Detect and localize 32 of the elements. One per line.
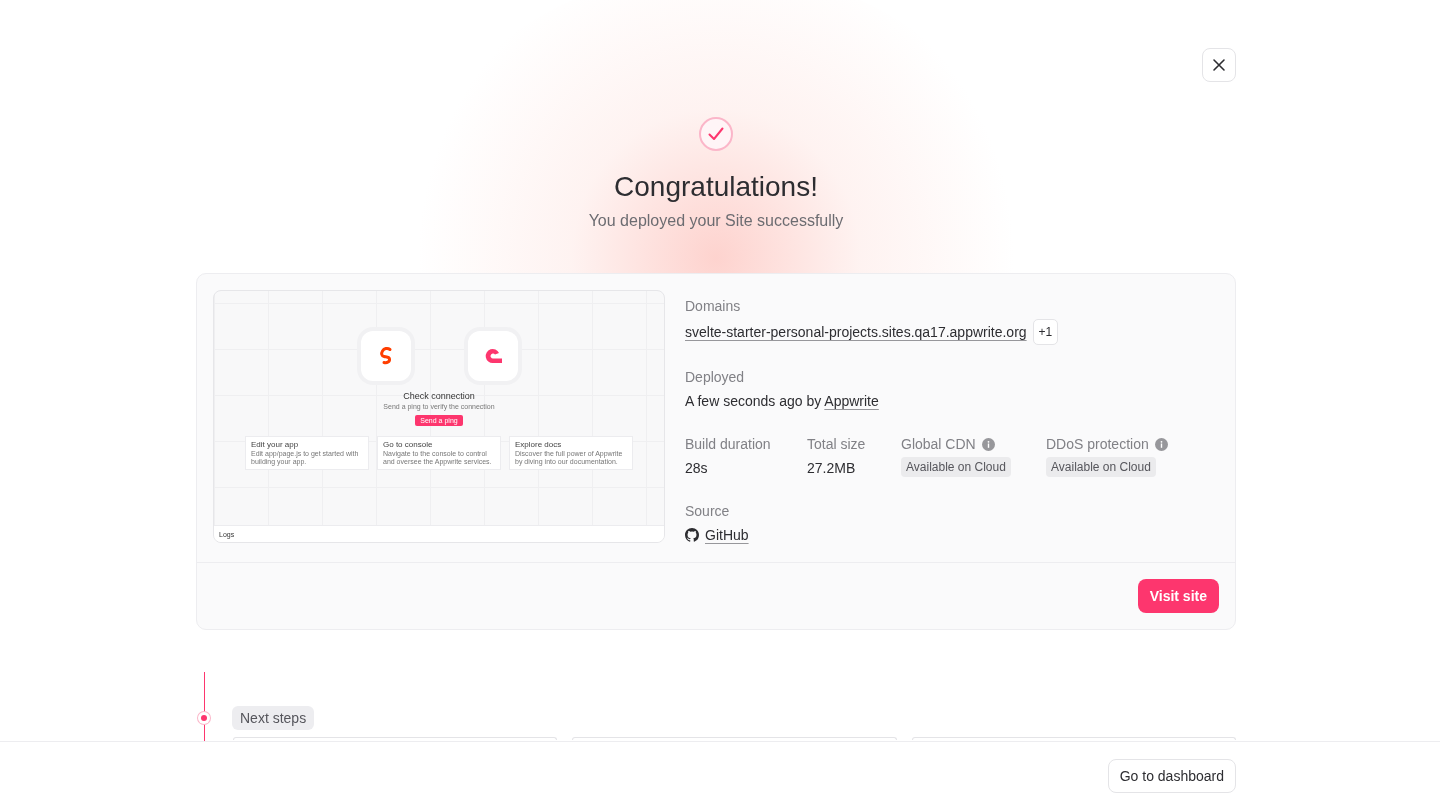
stat-value: 28s [685,459,708,478]
deployed-text: A few seconds ago by Appwrite [685,392,879,411]
close-icon [1212,58,1226,72]
preview-card-title: Explore docs [515,440,563,449]
availability-badge: Available on Cloud [901,457,1011,477]
stat-label: Global CDN [901,435,976,454]
source-label: Source [685,502,731,521]
domains-label: Domains [685,297,742,316]
step-marker-icon [198,712,210,724]
stat-value: 27.2MB [807,459,856,478]
author-link[interactable]: Appwrite [824,393,879,409]
deployed-label: Deployed [685,368,746,387]
preview-card-title: Edit your app [251,440,300,449]
github-icon [685,528,699,542]
checkmark-icon [698,116,734,152]
stat-label: DDoS protection [1046,435,1149,454]
close-button[interactable] [1202,48,1236,82]
domain-link[interactable]: svelte-starter-personal-projects.sites.qa17.appwrite.org [685,321,1027,343]
stat-label: Total size [807,435,866,454]
success-title: Congratulations! [614,170,818,204]
stat-label: Build duration [685,435,771,454]
success-subtitle: You deployed your Site successfully [588,211,844,231]
dashboard-button[interactable]: Go to dashboard [1107,759,1236,793]
info-icon[interactable] [981,437,995,451]
preview-card-title: Go to console [383,440,434,449]
domain-count-badge[interactable]: +1 [1032,319,1059,345]
info-icon[interactable] [1154,437,1168,451]
source-link[interactable]: GitHub [705,524,749,546]
visit-site-button[interactable]: Visit site [1137,579,1219,613]
preview-title: Check connection [403,391,475,401]
next-steps-label: Next steps [232,706,315,730]
availability-badge: Available on Cloud [1046,457,1156,477]
